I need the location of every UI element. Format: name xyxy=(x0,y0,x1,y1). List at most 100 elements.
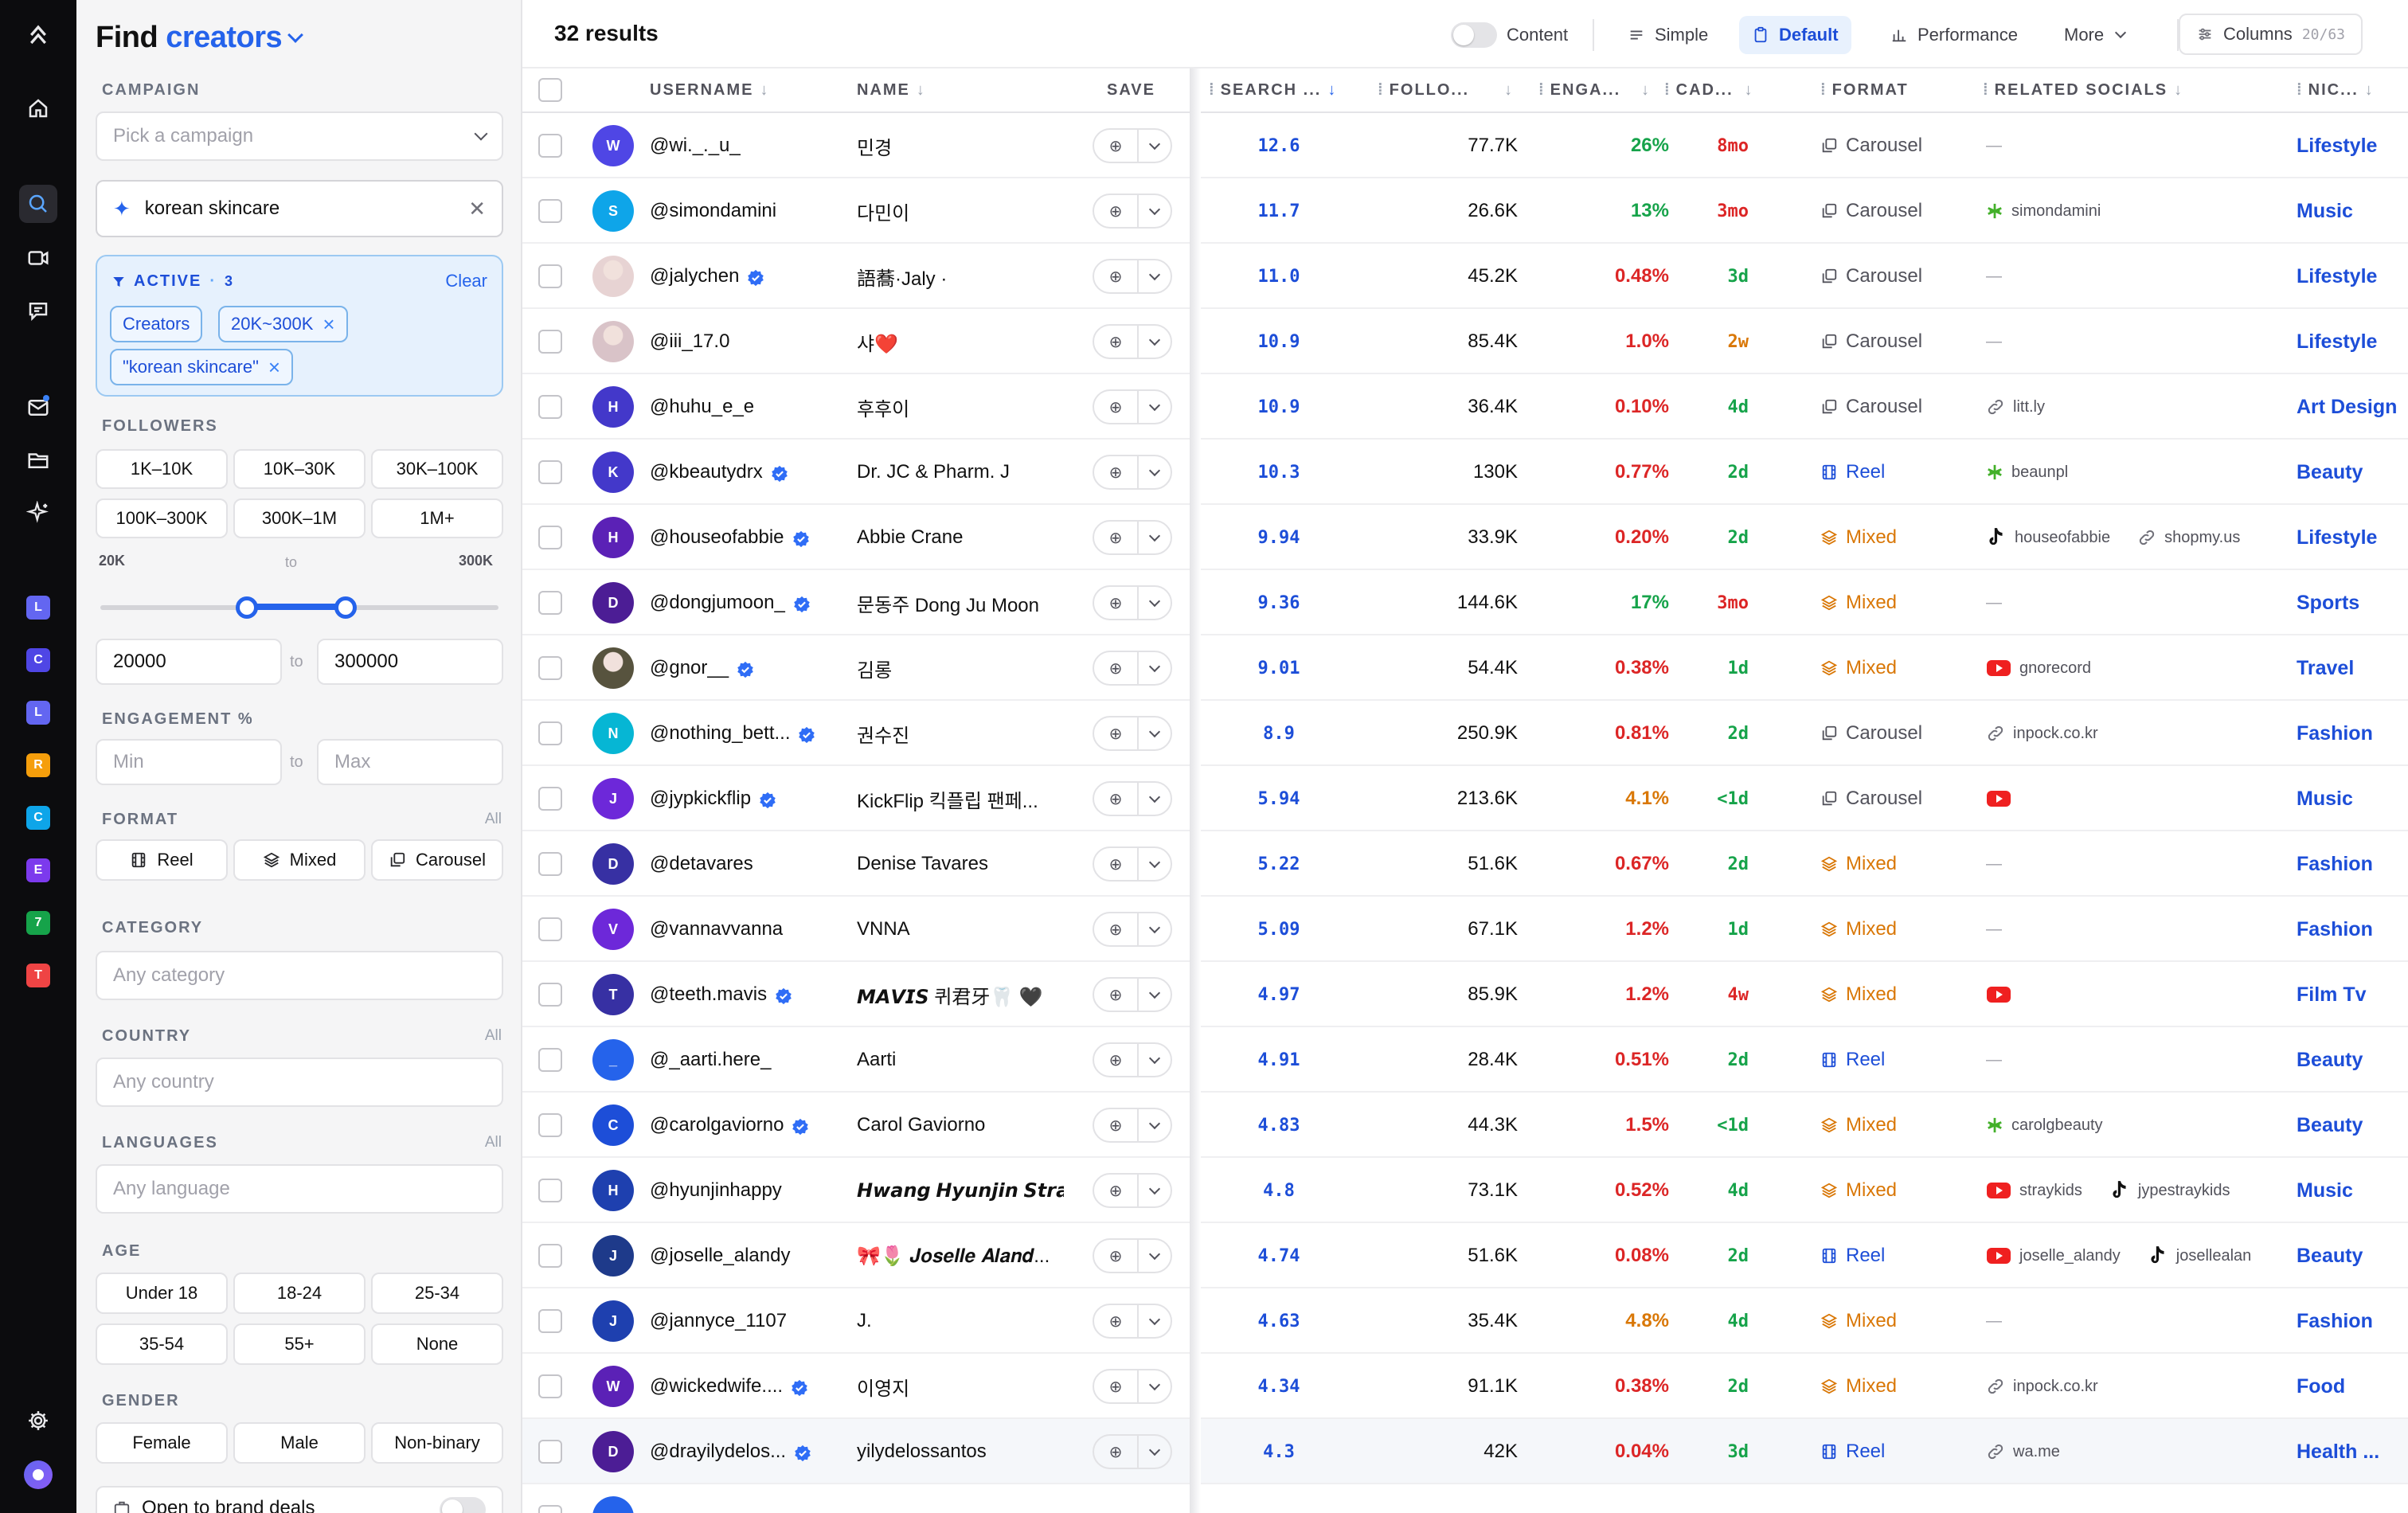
save-button[interactable]: ⊕ xyxy=(1093,1304,1172,1339)
avatar[interactable] xyxy=(592,256,634,297)
bookmark-plus-icon[interactable]: ⊕ xyxy=(1094,260,1139,292)
related-social-link[interactable] xyxy=(1986,985,2011,1004)
search-input[interactable]: ✦ korean skincare ✕ xyxy=(96,180,503,237)
username-cell[interactable]: @carolgaviorno xyxy=(650,1093,809,1158)
username[interactable]: @joselle_alandy xyxy=(650,1245,790,1267)
avatar[interactable]: J xyxy=(592,778,634,819)
workspace-badge[interactable]: C xyxy=(26,648,50,672)
save-button[interactable]: ⊕ xyxy=(1093,846,1172,882)
bookmark-plus-icon[interactable]: ⊕ xyxy=(1094,652,1139,684)
drag-handle-icon[interactable]: ⁞ xyxy=(1983,81,1988,99)
followers-bucket-button[interactable]: 10K–30K xyxy=(233,449,366,489)
username-cell[interactable]: @joselle_alandy xyxy=(650,1223,790,1288)
bookmark-plus-icon[interactable]: ⊕ xyxy=(1094,195,1139,227)
username-cell[interactable]: @detavares xyxy=(650,831,753,897)
table-row[interactable]: H @houseofabbie Abbie Crane ⊕ 9.94 33.9K 0.20%… xyxy=(522,505,2408,570)
save-button[interactable]: ⊕ xyxy=(1093,912,1172,947)
row-checkbox[interactable] xyxy=(538,766,562,831)
avatar[interactable]: N xyxy=(592,713,634,754)
username[interactable]: @huhu_e_e xyxy=(650,396,754,418)
avatar[interactable]: D xyxy=(592,582,634,624)
username[interactable]: @nothing_bett... xyxy=(650,722,790,745)
workspace-badge[interactable]: T xyxy=(26,964,50,987)
username-cell[interactable]: @nothing_bett... xyxy=(650,701,815,766)
gender-option-button[interactable]: Female xyxy=(96,1422,228,1464)
settings-gear-icon[interactable] xyxy=(19,1402,57,1440)
username-cell[interactable]: @wickedwife.... xyxy=(650,1354,808,1419)
niche-tag[interactable]: Fashion xyxy=(2297,831,2373,897)
save-menu-chevron-icon[interactable] xyxy=(1139,783,1171,815)
search-nav-icon[interactable] xyxy=(19,185,57,223)
username[interactable]: @simondamini xyxy=(650,200,776,222)
row-checkbox[interactable] xyxy=(538,374,562,440)
username[interactable]: @detavares xyxy=(650,853,753,875)
save-button[interactable]: ⊕ xyxy=(1093,128,1172,163)
bookmark-plus-icon[interactable]: ⊕ xyxy=(1094,1370,1139,1402)
row-checkbox[interactable] xyxy=(538,1027,562,1093)
followers-bucket-button[interactable]: 1K–10K xyxy=(96,449,228,489)
save-menu-chevron-icon[interactable] xyxy=(1139,195,1171,227)
table-row[interactable]: K @kbeautydrx Dr. JC & Pharm. J ⊕ 10.3 130K 0.… xyxy=(522,440,2408,505)
save-menu-chevron-icon[interactable] xyxy=(1139,979,1171,1011)
niche-tag[interactable]: Film Tv xyxy=(2297,962,2367,1027)
row-checkbox[interactable] xyxy=(538,1288,562,1354)
username[interactable]: @dongjumoon_ xyxy=(650,592,785,614)
username[interactable]: @carolgaviorno xyxy=(650,1114,784,1136)
avatar[interactable]: _ xyxy=(592,1039,634,1081)
avatar[interactable] xyxy=(592,321,634,362)
username-cell[interactable]: @teeth.mavis xyxy=(650,962,792,1027)
avatar[interactable]: H xyxy=(592,1170,634,1211)
clear-filters-link[interactable]: Clear xyxy=(445,271,487,291)
niche-tag[interactable]: Lifestyle xyxy=(2297,309,2377,374)
col-search-score[interactable]: ⁞ SEARCH ... ↓ xyxy=(1209,81,1335,100)
col-name[interactable]: NAME ↓ xyxy=(857,81,924,100)
save-menu-chevron-icon[interactable] xyxy=(1139,1240,1171,1272)
username-cell[interactable]: @huhu_e_e xyxy=(650,374,754,440)
niche-tag[interactable]: Fashion xyxy=(2297,897,2373,962)
remove-chip-icon[interactable]: × xyxy=(322,314,334,334)
workspace-badge[interactable]: 7 xyxy=(26,911,50,935)
save-menu-chevron-icon[interactable] xyxy=(1139,130,1171,162)
save-button[interactable]: ⊕ xyxy=(1093,585,1172,620)
format-mixed-button[interactable]: Mixed xyxy=(233,839,366,881)
table-row[interactable]: W @wickedwife.... 이영지 ⊕ 4.34 91.1K 0.38% 2d Mixe… xyxy=(522,1354,2408,1419)
related-social-link[interactable]: jypestraykids xyxy=(2109,1179,2230,1202)
niche-tag[interactable]: Food xyxy=(2297,1354,2345,1419)
username[interactable]: @iii_17.0 xyxy=(650,330,729,353)
bookmark-plus-icon[interactable]: ⊕ xyxy=(1094,522,1139,553)
active-chip-followers[interactable]: 20K~300K × xyxy=(218,306,348,342)
niche-tag[interactable]: Music xyxy=(2297,178,2353,244)
username-cell[interactable]: @jalychen xyxy=(650,244,764,309)
content-switch[interactable] xyxy=(1451,22,1497,48)
avatar[interactable]: H xyxy=(592,386,634,428)
followers-bucket-button[interactable]: 1M+ xyxy=(371,498,503,538)
save-menu-chevron-icon[interactable] xyxy=(1139,587,1171,619)
columns-button[interactable]: Columns 20/63 xyxy=(2179,14,2363,55)
drag-handle-icon[interactable]: ⁞ xyxy=(1664,81,1670,99)
username-cell[interactable]: @hyunjinhappy xyxy=(650,1158,782,1223)
niche-tag[interactable]: Lifestyle xyxy=(2297,244,2377,309)
followers-min-input[interactable]: 20000 xyxy=(96,639,282,685)
save-menu-chevron-icon[interactable] xyxy=(1139,848,1171,880)
avatar[interactable]: C xyxy=(592,1104,634,1146)
username[interactable]: @jannyce_1107 xyxy=(650,1310,787,1332)
workspace-badge[interactable]: R xyxy=(26,753,50,777)
language-select[interactable]: Any language xyxy=(96,1164,503,1214)
age-option-button[interactable]: 35-54 xyxy=(96,1323,228,1365)
niche-tag[interactable]: Art Design xyxy=(2297,374,2397,440)
related-social-link[interactable]: simondamini xyxy=(1986,202,2101,221)
username[interactable]: @hyunjinhappy xyxy=(650,1179,782,1202)
related-social-link[interactable]: carolgbeauty xyxy=(1986,1116,2103,1135)
drag-handle-icon[interactable]: ⁞ xyxy=(1820,81,1826,99)
save-button[interactable]: ⊕ xyxy=(1093,781,1172,816)
username-cell[interactable]: @jypkickflip xyxy=(650,766,776,831)
save-button[interactable]: ⊕ xyxy=(1093,1238,1172,1273)
content-toggle[interactable]: Content xyxy=(1438,16,1581,54)
save-menu-chevron-icon[interactable] xyxy=(1139,913,1171,945)
table-row[interactable]: W @wi._._u_ 민경 ⊕ 12.6 77.7K 26% 8mo Carousel — Lif… xyxy=(522,113,2408,178)
row-checkbox[interactable] xyxy=(538,701,562,766)
app-logo-icon[interactable] xyxy=(19,16,57,54)
col-username[interactable]: USERNAME ↓ xyxy=(650,81,768,100)
save-menu-chevron-icon[interactable] xyxy=(1139,1436,1171,1468)
row-checkbox[interactable] xyxy=(538,1484,562,1513)
